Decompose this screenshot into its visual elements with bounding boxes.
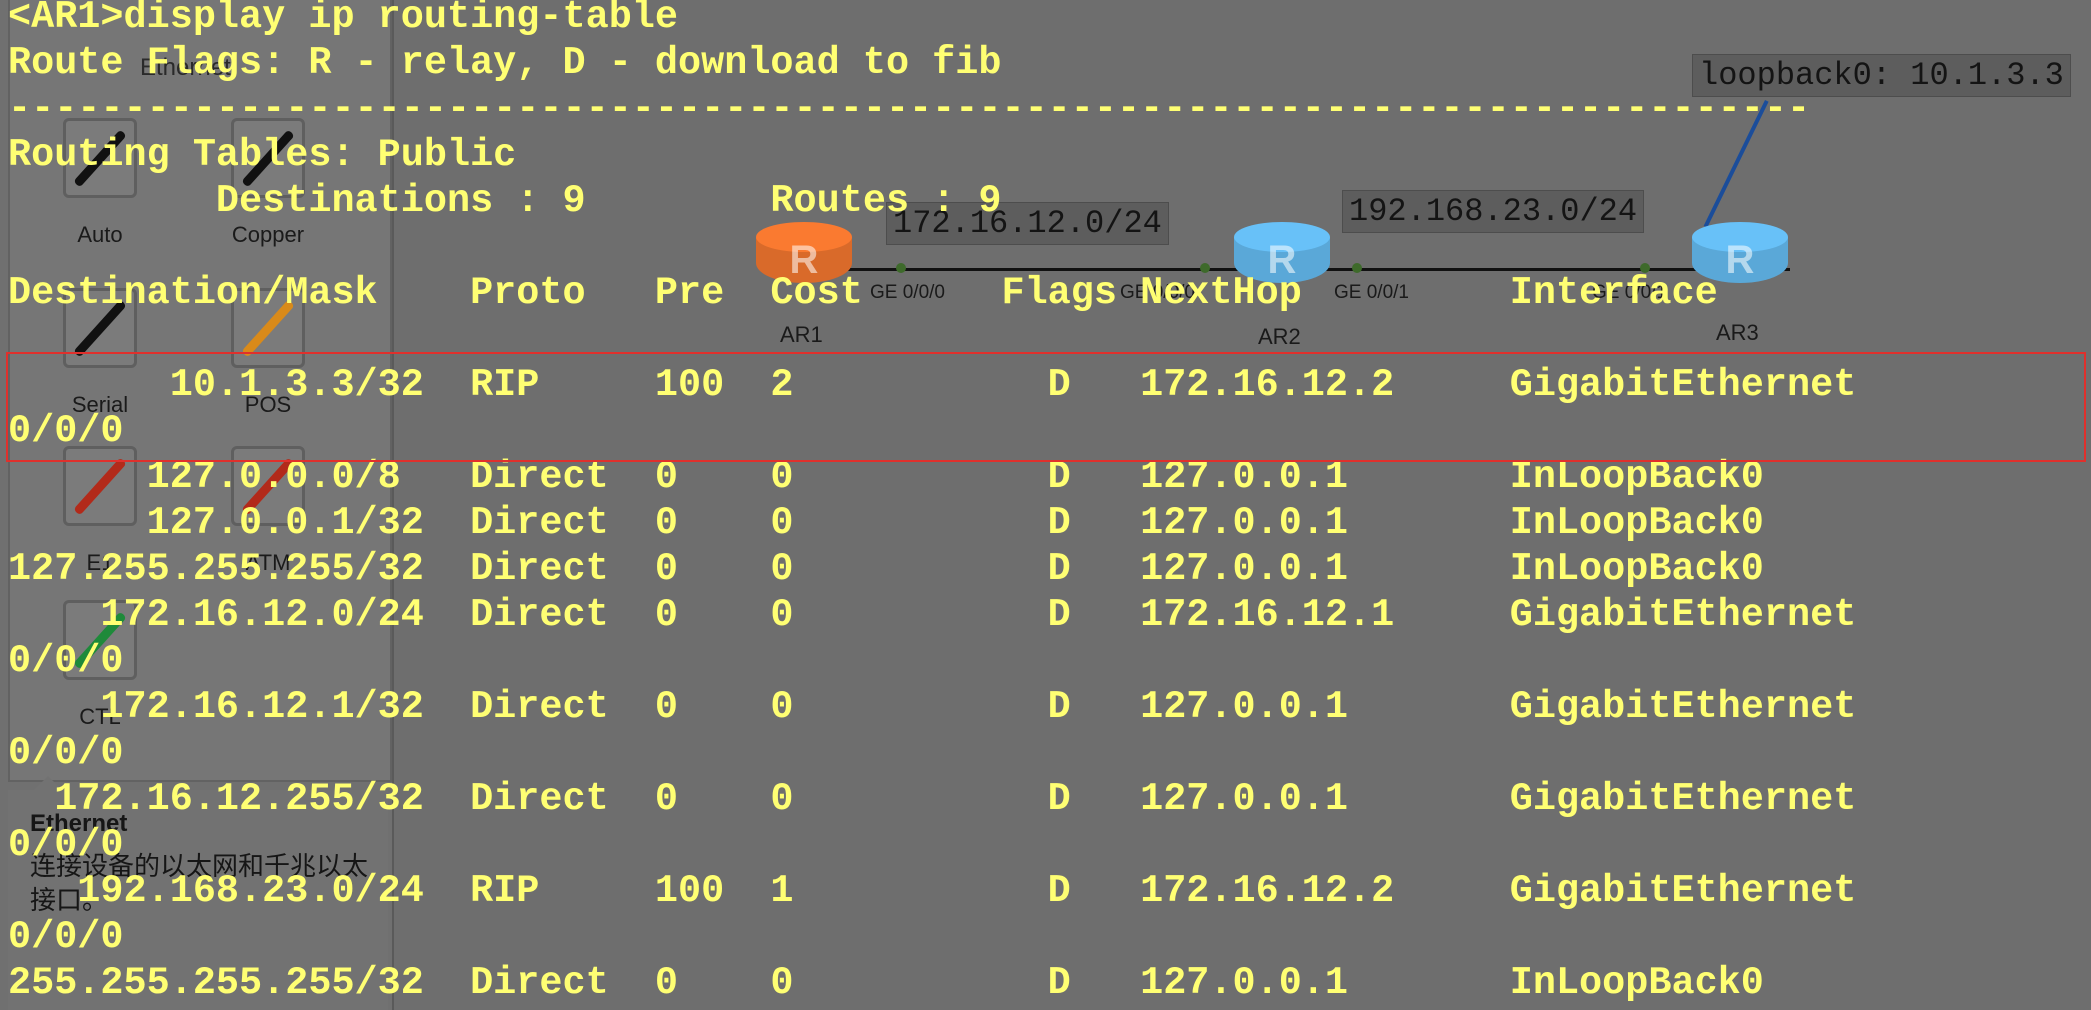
- route-row: 172.16.12.255/32 Direct 0 0 D 127.0.0.1 …: [8, 777, 1857, 821]
- route-row: 127.255.255.255/32 Direct 0 0 D 127.0.0.…: [8, 547, 1764, 591]
- route-row-continuation: 0/0/0: [8, 823, 124, 867]
- terminal-line: Routing Tables: Public: [8, 133, 517, 177]
- route-row: 172.16.12.0/24 Direct 0 0 D 172.16.12.1 …: [8, 593, 1857, 637]
- terminal-line: ----------------------------------------…: [8, 87, 1811, 131]
- terminal-line: Route Flags: R - relay, D - download to …: [8, 41, 1002, 85]
- route-row-continuation: 0/0/0: [8, 639, 124, 683]
- route-row: 172.16.12.1/32 Direct 0 0 D 127.0.0.1 Gi…: [8, 685, 1857, 729]
- table-header: Destination/Mask Proto Pre Cost Flags Ne…: [8, 271, 1718, 315]
- route-row-continuation: 0/0/0: [8, 731, 124, 775]
- terminal-line: Destinations : 9 Routes : 9: [8, 179, 1002, 223]
- route-row-continuation: 0/0/0: [8, 915, 124, 959]
- route-row: 192.168.23.0/24 RIP 100 1 D 172.16.12.2 …: [8, 869, 1857, 913]
- route-row: 255.255.255.255/32 Direct 0 0 D 127.0.0.…: [8, 961, 1764, 1005]
- terminal-output[interactable]: <AR1>display ip routing-table Route Flag…: [0, 0, 2091, 1010]
- terminal-line: <AR1>display ip routing-table: [8, 0, 679, 39]
- highlighted-route-box: [6, 352, 2086, 462]
- route-row: 127.0.0.1/32 Direct 0 0 D 127.0.0.1 InLo…: [8, 501, 1764, 545]
